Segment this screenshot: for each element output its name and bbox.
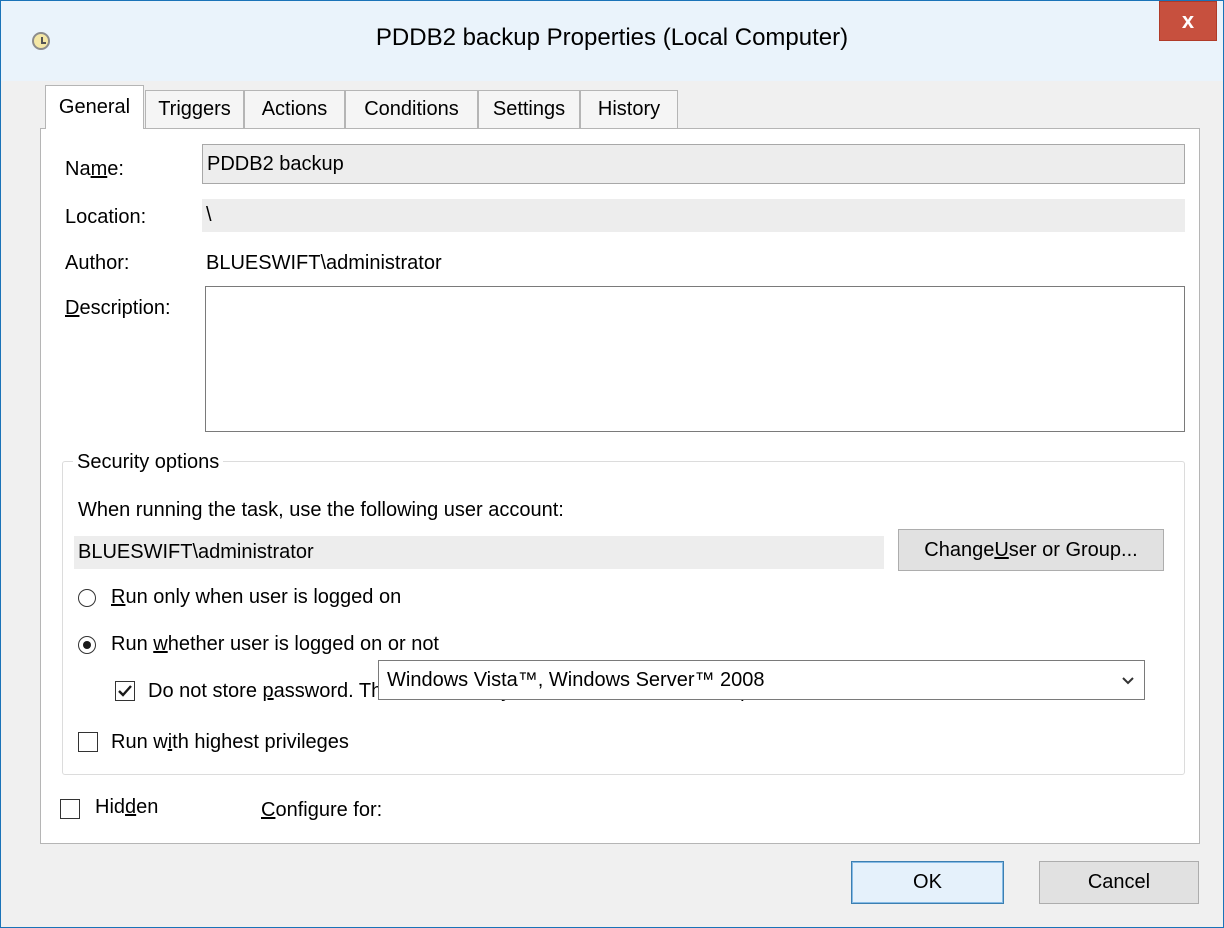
chevron-down-icon xyxy=(1122,677,1134,685)
cancel-button-label: Cancel xyxy=(1087,871,1151,893)
tab-general-label: General xyxy=(58,96,131,118)
account-field: BLUESWIFT\administrator xyxy=(74,536,884,569)
tab-triggers-label: Triggers xyxy=(158,98,231,120)
configure-for-select[interactable]: Windows Vista™, Windows Server™ 2008 xyxy=(378,660,1145,700)
name-field[interactable]: PDDB2 backup xyxy=(202,144,1185,184)
author-value: BLUESWIFT\administrator xyxy=(206,252,442,274)
window-title: PDDB2 backup Properties (Local Computer) xyxy=(375,24,849,51)
security-options-title: Security options xyxy=(73,451,224,474)
change-button-text-1: Change xyxy=(924,538,995,561)
name-value: PDDB2 backup xyxy=(207,152,344,175)
checkmark-icon xyxy=(118,685,132,697)
location-value: \ xyxy=(206,204,212,226)
change-user-or-group-button[interactable]: Change User or Group... xyxy=(898,529,1164,571)
ok-button-label: OK xyxy=(913,871,942,893)
run-highest-privileges-label[interactable]: Run with highest privileges xyxy=(111,731,349,754)
description-label: Description: xyxy=(65,297,171,319)
configure-for-label: Configure for: xyxy=(261,799,383,821)
close-button[interactable]: x xyxy=(1159,1,1217,41)
tab-conditions-label: Conditions xyxy=(364,98,459,120)
name-label: Name: xyxy=(65,158,124,180)
title-bar: PDDB2 backup Properties (Local Computer)… xyxy=(1,1,1223,81)
cancel-button[interactable]: Cancel xyxy=(1039,861,1199,904)
location-field: \ xyxy=(202,199,1185,232)
location-label: Location: xyxy=(65,206,147,228)
hidden-label[interactable]: Hidden xyxy=(95,796,158,819)
tab-actions-label: Actions xyxy=(261,98,328,120)
radio-selected-dot xyxy=(83,641,91,649)
tab-general[interactable]: General xyxy=(45,85,144,129)
tab-triggers[interactable]: Triggers xyxy=(145,90,244,128)
account-prompt: When running the task, use the following… xyxy=(78,499,564,521)
run-whether-logged-on-label[interactable]: Run whether user is logged on or not xyxy=(111,633,439,656)
change-button-text-2: U xyxy=(994,538,1009,561)
author-label: Author: xyxy=(65,252,130,274)
tab-history-label: History xyxy=(597,98,661,120)
tab-history[interactable]: History xyxy=(580,90,678,128)
run-only-logged-on-radio[interactable] xyxy=(78,589,96,607)
ok-button[interactable]: OK xyxy=(851,861,1004,904)
change-button-text-3: ser or Group... xyxy=(1008,538,1138,561)
close-icon: x xyxy=(1181,8,1195,33)
account-value: BLUESWIFT\administrator xyxy=(78,541,314,563)
general-tab-panel: Name: PDDB2 backup Location: \ Author: B… xyxy=(40,128,1200,844)
run-only-logged-on-label[interactable]: Run only when user is logged on xyxy=(111,586,401,609)
tab-actions[interactable]: Actions xyxy=(244,90,345,128)
tab-conditions[interactable]: Conditions xyxy=(345,90,478,128)
description-textarea[interactable] xyxy=(205,286,1185,432)
tab-settings-label: Settings xyxy=(492,98,566,120)
configure-for-value: Windows Vista™, Windows Server™ 2008 xyxy=(387,668,765,691)
hidden-checkbox[interactable] xyxy=(60,799,80,819)
run-highest-privileges-checkbox[interactable] xyxy=(78,732,98,752)
tab-settings[interactable]: Settings xyxy=(478,90,580,128)
task-properties-dialog: PDDB2 backup Properties (Local Computer)… xyxy=(0,0,1224,928)
do-not-store-password-checkbox[interactable] xyxy=(115,681,135,701)
run-whether-logged-on-radio[interactable] xyxy=(78,636,96,654)
